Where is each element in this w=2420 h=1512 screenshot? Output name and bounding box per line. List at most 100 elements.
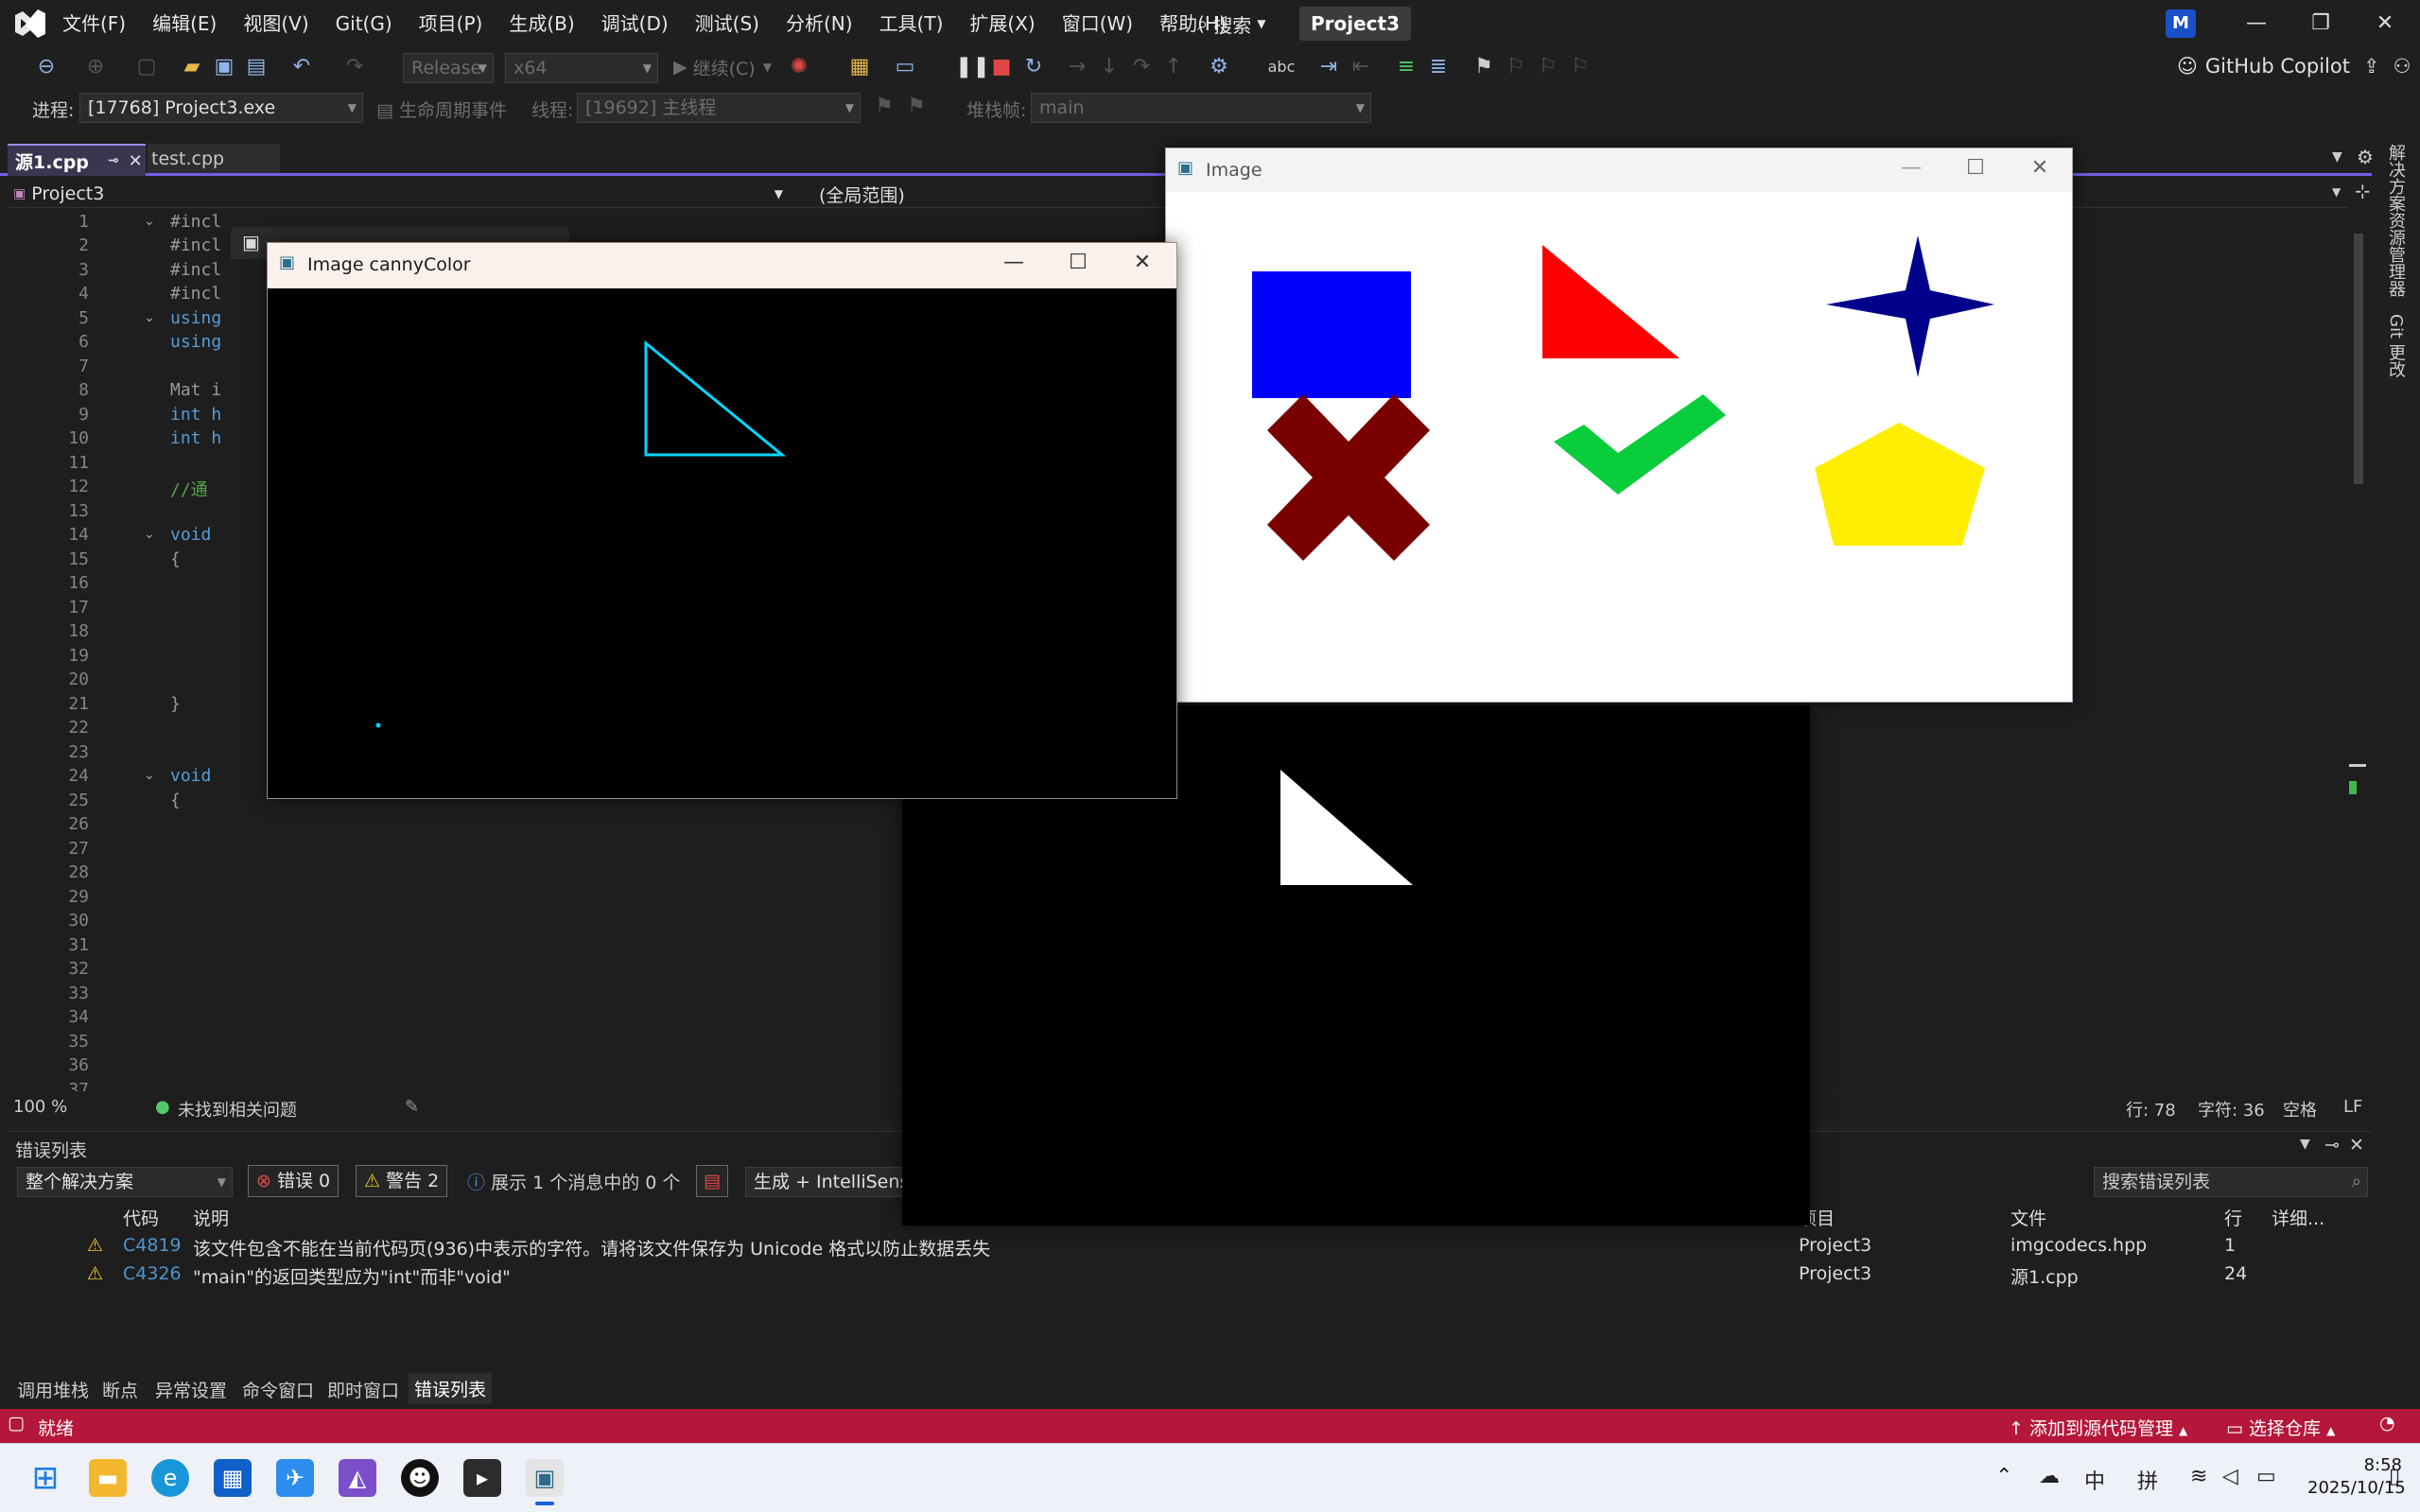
tray-overflow-icon[interactable]: ⌃ bbox=[1995, 1465, 2012, 1488]
warning-description[interactable]: 该文件包含不能在当前代码页(936)中表示的字符。请将该文件保存为 Unicod… bbox=[193, 1235, 990, 1260]
menu-debug[interactable]: 调试(D) bbox=[588, 0, 682, 47]
bookmark-icon[interactable]: ⚑ bbox=[1470, 53, 1498, 81]
flag-icon[interactable]: ⚑ bbox=[870, 93, 898, 121]
menu-test[interactable]: 测试(S) bbox=[682, 0, 773, 47]
error-search-input[interactable]: 搜索错误列表 ⌕ bbox=[2094, 1167, 2368, 1197]
prev-bookmark-icon[interactable]: ⚐ bbox=[1502, 53, 1530, 81]
tab-call-stack[interactable]: 调用堆栈 bbox=[17, 1377, 89, 1402]
menu-git[interactable]: Git(G) bbox=[322, 0, 406, 47]
notification-center-icon[interactable]: ▯ bbox=[2389, 1465, 2400, 1488]
menu-analyze[interactable]: 分析(N) bbox=[773, 0, 866, 47]
process-dropdown[interactable]: [17768] Project3.exe ▼ bbox=[79, 93, 363, 123]
tab-exception-settings[interactable]: 异常设置 bbox=[155, 1377, 227, 1402]
chevron-down-icon[interactable]: ▼ bbox=[2332, 185, 2341, 199]
open-folder-icon[interactable]: ▰ bbox=[178, 53, 206, 81]
column-header-description[interactable]: 说明 bbox=[193, 1205, 229, 1230]
image-window[interactable]: ▣ Image — ☐ ✕ bbox=[1165, 148, 2073, 703]
feishu-app-icon[interactable]: ✈ bbox=[276, 1459, 314, 1497]
error-scope-dropdown[interactable]: 整个解决方案 ▼ bbox=[17, 1167, 233, 1197]
image-window-titlebar[interactable]: ▣ Image — ☐ ✕ bbox=[1166, 148, 2072, 192]
solution-explorer-tab[interactable]: 解决方案资源管理器 bbox=[2383, 144, 2408, 297]
global-search[interactable]: ⌕ 搜索 ▼ bbox=[1184, 6, 1279, 42]
filter-icon[interactable]: ▤ bbox=[696, 1165, 728, 1197]
maximize-button[interactable]: ☐ bbox=[1046, 251, 1110, 274]
continue-button[interactable]: ▶ 继续(C) ▼ bbox=[673, 53, 772, 81]
project-scope-dropdown[interactable]: ▣ Project3 ▼ bbox=[13, 182, 789, 206]
issues-status[interactable]: 未找到相关问题 bbox=[178, 1097, 297, 1121]
platform-dropdown[interactable]: x64 ▼ bbox=[505, 53, 658, 83]
avatar[interactable]: M bbox=[2166, 9, 2196, 38]
menu-file[interactable]: 文件(F) bbox=[49, 0, 139, 47]
tab-command-window[interactable]: 命令窗口 bbox=[242, 1377, 314, 1402]
fold-chevron-icon[interactable]: ⌄ bbox=[144, 768, 155, 783]
volume-icon[interactable]: ◁ bbox=[2222, 1465, 2238, 1488]
tab-error-list[interactable]: 错误列表 bbox=[409, 1373, 493, 1404]
column-header-line[interactable]: 行 bbox=[2224, 1205, 2242, 1230]
global-scope-dropdown[interactable]: (全局范围) bbox=[819, 182, 1197, 206]
add-to-source-control-button[interactable]: ↑ 添加到源代码管理 ▲ bbox=[2009, 1415, 2187, 1440]
step-over-icon[interactable]: ↷ bbox=[1127, 53, 1156, 81]
process-icon[interactable]: ▦ bbox=[845, 53, 874, 81]
show-next-statement-icon[interactable]: → bbox=[1063, 53, 1091, 81]
forward-icon[interactable]: ⊕ bbox=[81, 53, 110, 81]
line-ending[interactable]: LF bbox=[2343, 1097, 2362, 1117]
project-name-badge[interactable]: Project3 bbox=[1299, 7, 1412, 41]
menu-extensions[interactable]: 扩展(X) bbox=[956, 0, 1048, 47]
network-status-icon[interactable]: ☁ bbox=[2039, 1465, 2060, 1488]
fold-chevron-icon[interactable]: ⌄ bbox=[144, 214, 155, 229]
edge-browser-icon[interactable]: e bbox=[151, 1459, 189, 1497]
warning-description[interactable]: "main"的返回类型应为"int"而非"void" bbox=[193, 1263, 511, 1289]
windows-start-icon[interactable]: ⊞ bbox=[26, 1459, 64, 1497]
close-button[interactable]: ✕ bbox=[2353, 0, 2417, 47]
menu-view[interactable]: 视图(V) bbox=[230, 0, 322, 47]
uncomment-icon[interactable]: ⇤ bbox=[1347, 53, 1375, 81]
stack-frame-dropdown[interactable]: main ▼ bbox=[1031, 93, 1371, 123]
step-out-icon[interactable]: ↑ bbox=[1159, 53, 1188, 81]
close-icon[interactable]: ✕ bbox=[2349, 1135, 2364, 1156]
column-header-file[interactable]: 文件 bbox=[2011, 1205, 2046, 1230]
qq-app-icon[interactable]: ☻ bbox=[401, 1459, 439, 1497]
flag-threads-icon[interactable]: ⚑ bbox=[902, 93, 931, 121]
step-into-icon[interactable]: ↓ bbox=[1095, 53, 1123, 81]
lifecycle-events-button[interactable]: ▤ 生命周期事件 bbox=[376, 96, 507, 122]
scrollbar-thumb[interactable] bbox=[2354, 234, 2363, 484]
select-repository-button[interactable]: ▭ 选择仓库 ▲ bbox=[2226, 1415, 2335, 1440]
warnings-filter-button[interactable]: ⚠ 警告 2 bbox=[356, 1165, 448, 1197]
warning-code-link[interactable]: C4819 bbox=[123, 1235, 182, 1256]
tab-test-cpp[interactable]: test.cpp bbox=[148, 144, 280, 173]
fold-chevron-icon[interactable]: ⌄ bbox=[144, 527, 155, 542]
pin-icon[interactable]: ⊸ bbox=[2324, 1135, 2340, 1156]
battery-icon[interactable]: ▭ bbox=[2256, 1465, 2276, 1488]
github-copilot-button[interactable]: ☺ GitHub Copilot ⇪ ⚇ bbox=[2177, 49, 2411, 83]
stop-icon[interactable]: ■ bbox=[987, 53, 1016, 81]
back-icon[interactable]: ⊖ bbox=[32, 53, 61, 81]
menu-project[interactable]: 项目(P) bbox=[406, 0, 496, 47]
fold-chevron-icon[interactable]: ⌄ bbox=[144, 310, 155, 325]
tab-overflow-icon[interactable]: ▼ bbox=[2332, 149, 2342, 165]
canny-window-titlebar[interactable]: ▣ Image cannyColor — ☐ ✕ bbox=[268, 243, 1176, 288]
minimize-button[interactable]: — bbox=[2224, 0, 2289, 47]
configuration-dropdown[interactable]: Release ▼ bbox=[403, 53, 494, 83]
opencv-window-taskbar-icon[interactable]: ▣ bbox=[526, 1459, 564, 1497]
canny-color-window[interactable]: ▣ Image cannyColor — ☐ ✕ bbox=[267, 242, 1177, 799]
menu-edit[interactable]: 编辑(E) bbox=[139, 0, 230, 47]
thread-dropdown[interactable]: [19692] 主线程 ▼ bbox=[577, 93, 861, 123]
minimize-button[interactable]: — bbox=[982, 251, 1046, 274]
warning-code-link[interactable]: C4326 bbox=[123, 1263, 182, 1284]
zoom-level[interactable]: 100 % bbox=[13, 1097, 67, 1117]
indent-icon[interactable]: ≡ bbox=[1392, 53, 1420, 81]
split-editor-icon[interactable]: ⊹ bbox=[2355, 180, 2371, 202]
maximize-button[interactable]: ☐ bbox=[1943, 156, 2008, 180]
layout-icon[interactable]: ▭ bbox=[891, 53, 919, 81]
restore-button[interactable]: ❐ bbox=[2289, 0, 2353, 47]
close-button[interactable]: ✕ bbox=[1110, 251, 1175, 274]
visual-studio-taskbar-icon[interactable]: ◭ bbox=[339, 1459, 376, 1497]
build-filter-dropdown[interactable]: 生成 + IntelliSense bbox=[745, 1167, 906, 1197]
git-changes-tab[interactable]: Git 更改 bbox=[2383, 314, 2408, 378]
notifications-bell-icon[interactable]: ◔ bbox=[2379, 1413, 2395, 1434]
comment-icon[interactable]: ⇥ bbox=[1314, 53, 1343, 81]
next-bookmark-icon[interactable]: ⚐ bbox=[1534, 53, 1562, 81]
redo-icon[interactable]: ↷ bbox=[340, 53, 369, 81]
errors-filter-button[interactable]: ⊗ 错误 0 bbox=[248, 1165, 339, 1197]
indentation-mode[interactable]: 空格 bbox=[2283, 1097, 2317, 1121]
